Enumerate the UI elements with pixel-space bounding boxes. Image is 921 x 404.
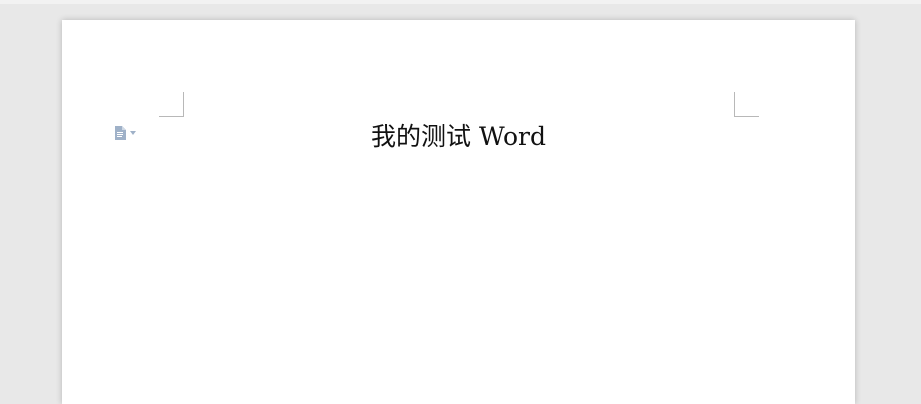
document-title[interactable]: 我的测试 Word — [62, 120, 855, 154]
top-band — [0, 0, 921, 4]
top-right-margin-mark — [734, 92, 759, 117]
document-page[interactable]: 我的测试 Word — [62, 20, 855, 404]
top-left-margin-mark — [159, 92, 184, 117]
document-workspace: 我的测试 Word — [0, 0, 921, 404]
